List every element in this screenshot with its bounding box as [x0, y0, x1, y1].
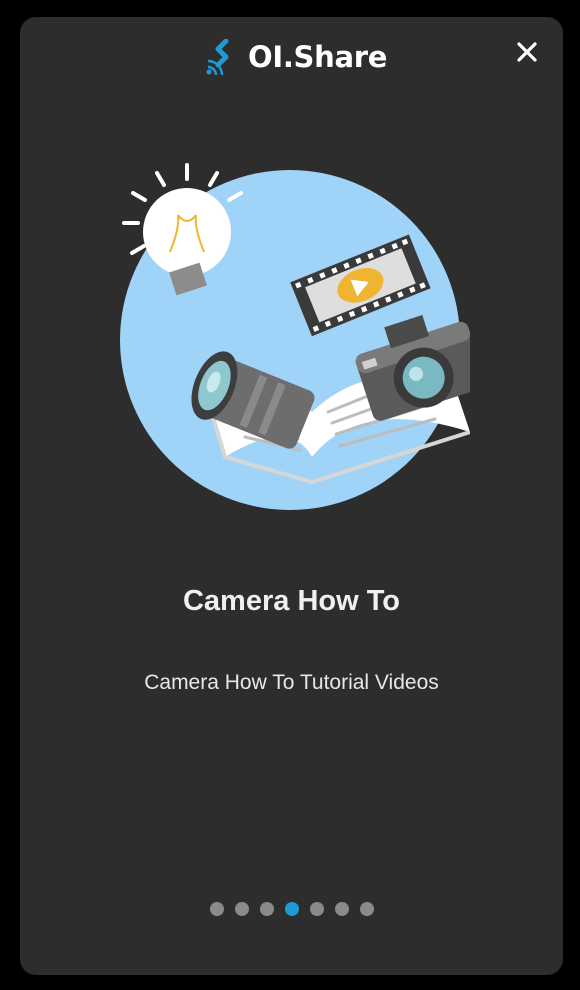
pagination-dot[interactable] [235, 902, 249, 916]
pagination-dot[interactable] [335, 902, 349, 916]
pagination-dot[interactable] [360, 902, 374, 916]
app-logo-text: OI.Share [248, 40, 388, 74]
pagination-dot[interactable] [260, 902, 274, 916]
slide-subtitle: Camera How To Tutorial Videos [144, 671, 439, 694]
pagination-dot[interactable] [310, 902, 324, 916]
pagination-dot-active[interactable] [285, 902, 299, 916]
camera-how-to-illustration [120, 163, 470, 510]
onboarding-card: OI.Share Camera How To Camera How To Tut… [20, 17, 563, 975]
pagination-dot[interactable] [210, 902, 224, 916]
header: OI.Share [20, 17, 563, 97]
slide-title: Camera How To [182, 585, 400, 617]
oishare-logo-icon [206, 39, 229, 75]
pagination-dots [210, 902, 374, 916]
close-icon[interactable] [514, 39, 540, 65]
app-logo: OI.Share [206, 39, 387, 75]
